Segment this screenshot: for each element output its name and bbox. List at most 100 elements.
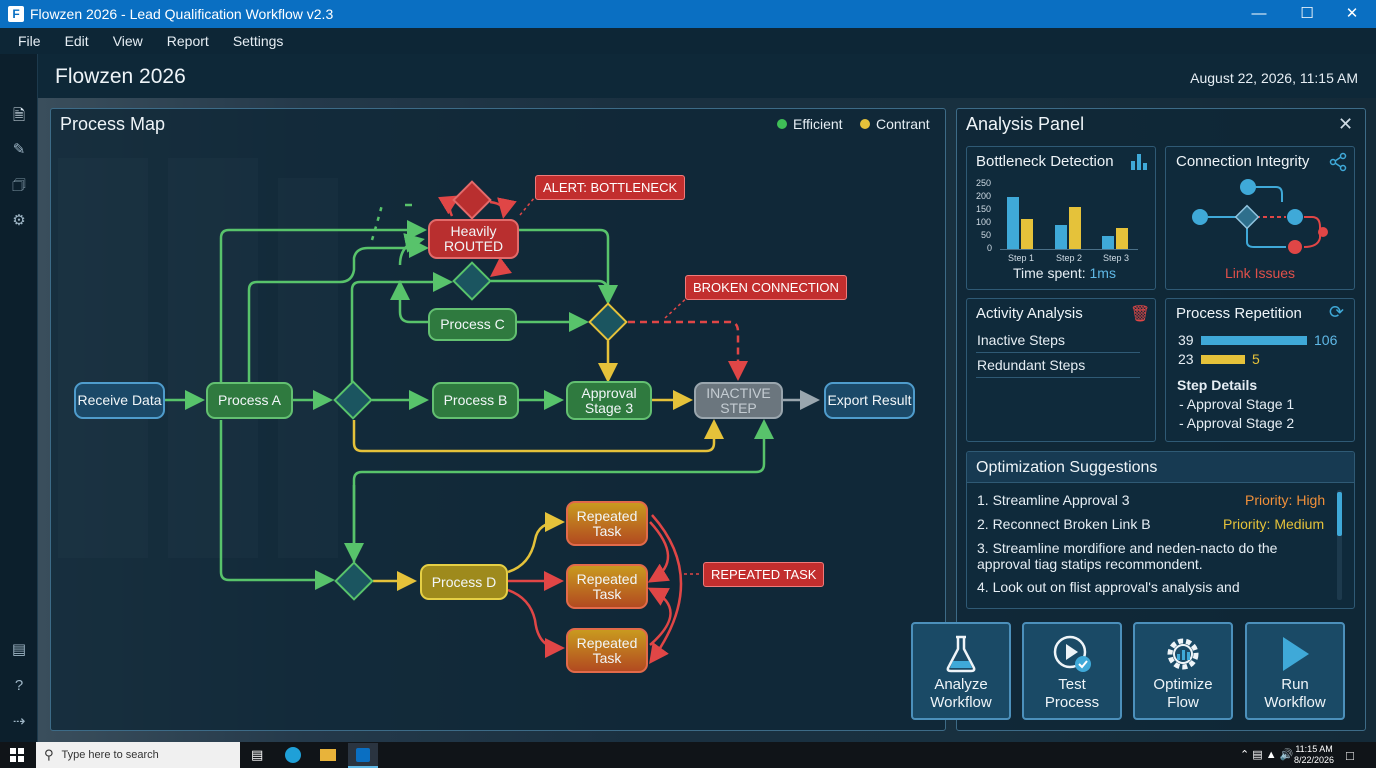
- y-tick: 0: [987, 243, 993, 253]
- connection-diagram: [1192, 179, 1328, 254]
- decision-diamond-merge[interactable]: [588, 302, 628, 342]
- share-icon[interactable]: [1328, 152, 1348, 172]
- decision-diamond-lower[interactable]: [334, 561, 374, 601]
- close-panel-icon[interactable]: ✕: [1338, 114, 1353, 135]
- analysis-panel-title: Analysis Panel: [966, 114, 1085, 134]
- node-approval-line2: Stage 3: [584, 399, 634, 416]
- taskbar-clock[interactable]: 11:15 AM 8/22/2026: [1294, 744, 1334, 766]
- edge-browser-icon[interactable]: [285, 747, 301, 763]
- run-workflow-button[interactable]: Run Workflow: [1245, 622, 1345, 720]
- alert-bottleneck-tag: ALERT: BOTTLENECK: [535, 175, 686, 200]
- node-approval-line1: Approval: [581, 384, 637, 401]
- x-tick: Step 3: [1103, 253, 1130, 263]
- system-tray-icons[interactable]: ⌃ ▤ ▲ 🔊: [1240, 748, 1293, 761]
- priority-medium-label: Priority: Medium: [1223, 516, 1325, 532]
- refresh-icon[interactable]: ⟳: [1329, 302, 1344, 323]
- repeated-task-line1: Repeated: [576, 634, 638, 651]
- flask-icon: [946, 635, 976, 673]
- repeated-task-line2: Task: [592, 522, 622, 539]
- node-process-a[interactable]: Process A: [206, 382, 293, 419]
- divider: [976, 352, 1140, 353]
- divider: [976, 377, 1140, 378]
- activity-item-redundant[interactable]: Redundant Steps: [977, 357, 1085, 373]
- test-label-2: Process: [1044, 694, 1100, 711]
- x-tick: Step 1: [1008, 253, 1035, 263]
- bar-step3-blue: [1102, 236, 1114, 249]
- trash-icon[interactable]: 🗑: [1130, 304, 1150, 324]
- repetition-bar-2: [1201, 355, 1245, 364]
- alert-broken-connection-tag: BROKEN CONNECTION: [685, 275, 847, 300]
- node-process-d[interactable]: Process D: [420, 564, 508, 600]
- suggestions-title: Optimization Suggestions: [976, 459, 1158, 476]
- repetition-bar-1: [1201, 336, 1307, 345]
- analyze-label-1: Analyze: [934, 676, 988, 693]
- run-label-2: Workflow: [1264, 694, 1326, 711]
- decision-diamond-mid[interactable]: [452, 261, 492, 301]
- node-inactive-line1: INACTIVE: [706, 384, 771, 401]
- y-tick: 250: [976, 178, 992, 188]
- repetition-left-2: 23: [1178, 351, 1194, 367]
- bar-chart-icon[interactable]: [1129, 151, 1149, 171]
- suggestion-item-4[interactable]: 4. Look out on flist approval's analysis…: [977, 579, 1307, 605]
- suggestion-item-3[interactable]: 3. Streamline mordifiore and neden-nacto…: [977, 540, 1307, 572]
- node-approval-stage-3[interactable]: Approval Stage 3: [566, 381, 652, 420]
- bar-step1-yellow: [1021, 219, 1033, 249]
- optimize-flow-button[interactable]: Optimize Flow: [1133, 622, 1233, 720]
- node-repeated-task[interactable]: Repeated Task: [566, 628, 648, 673]
- step-detail-item: - Approval Stage 1: [1179, 396, 1295, 412]
- notification-icon[interactable]: □: [1346, 748, 1354, 763]
- node-heavily-routed[interactable]: Heavily ROUTED: [428, 219, 519, 259]
- test-process-button[interactable]: Test Process: [1022, 622, 1122, 720]
- x-tick: Step 2: [1056, 253, 1083, 263]
- node-process-b[interactable]: Process B: [432, 382, 519, 419]
- run-label-1: Run: [1281, 676, 1309, 693]
- suggestion-item-1[interactable]: 1. Streamline Approval 3: [977, 492, 1130, 508]
- repetition-right-1: 106: [1314, 332, 1338, 348]
- node-repeated-task[interactable]: Repeated Task: [566, 501, 648, 546]
- node-heavily-line2: ROUTED: [443, 238, 504, 254]
- bar-step3-yellow: [1116, 228, 1128, 249]
- node-process-c[interactable]: Process C: [428, 308, 517, 341]
- decision-diamond-main[interactable]: [333, 380, 373, 420]
- node-inactive-step[interactable]: INACTIVE STEP: [694, 382, 783, 419]
- analyze-label-2: Workflow: [930, 694, 992, 711]
- taskbar-app-flowzen[interactable]: [348, 743, 378, 768]
- decision-diamond-top[interactable]: [452, 180, 492, 220]
- file-explorer-icon[interactable]: [320, 749, 336, 761]
- analyze-workflow-button[interactable]: Analyze Workflow: [911, 622, 1011, 720]
- repeated-task-line1: Repeated: [576, 570, 638, 587]
- node-inactive-line2: STEP: [720, 399, 757, 416]
- time-spent-label: Time spent:: [1013, 265, 1090, 281]
- node-repeated-task[interactable]: Repeated Task: [566, 564, 648, 609]
- task-view-icon[interactable]: ▤: [251, 747, 263, 763]
- taskbar-search[interactable]: ⚲ Type here to search: [36, 742, 240, 768]
- y-tick: 200: [976, 191, 992, 201]
- suggestion-item-2[interactable]: 2. Reconnect Broken Link B: [977, 516, 1151, 532]
- step-detail-item: - Approval Stage 2: [1179, 415, 1295, 431]
- step-details-title: Step Details: [1177, 377, 1258, 393]
- repeated-task-line1: Repeated: [576, 507, 638, 524]
- repetition-title: Process Repetition: [1176, 305, 1302, 322]
- y-tick: 50: [981, 230, 992, 240]
- taskbar-time: 11:15 AM: [1295, 744, 1333, 754]
- alert-repeated-task-tag: REPEATED TASK: [703, 562, 825, 587]
- magnifier-icon: ⚲: [44, 747, 54, 762]
- repeated-task-line2: Task: [592, 585, 622, 602]
- bottleneck-title: Bottleneck Detection: [976, 153, 1114, 170]
- activity-title: Activity Analysis: [976, 305, 1083, 322]
- repetition-right-2: 5: [1252, 351, 1260, 367]
- play-check-icon: [1053, 635, 1091, 672]
- gear-chart-icon: [1167, 638, 1199, 670]
- y-tick: 150: [976, 204, 992, 214]
- node-receive-data[interactable]: Receive Data: [74, 382, 165, 419]
- node-export-result[interactable]: Export Result: [824, 382, 915, 419]
- priority-high-label: Priority: High: [1245, 492, 1326, 508]
- bar-step2-blue: [1055, 225, 1067, 249]
- link-issues-label: Link Issues: [1225, 265, 1296, 281]
- time-spent-value: 1ms: [1089, 265, 1116, 281]
- search-placeholder: Type here to search: [61, 749, 159, 761]
- activity-item-inactive[interactable]: Inactive Steps: [977, 332, 1065, 348]
- repeated-task-line2: Task: [592, 649, 622, 666]
- scrollbar-thumb[interactable]: [1337, 492, 1342, 536]
- windows-start-icon[interactable]: [10, 748, 24, 762]
